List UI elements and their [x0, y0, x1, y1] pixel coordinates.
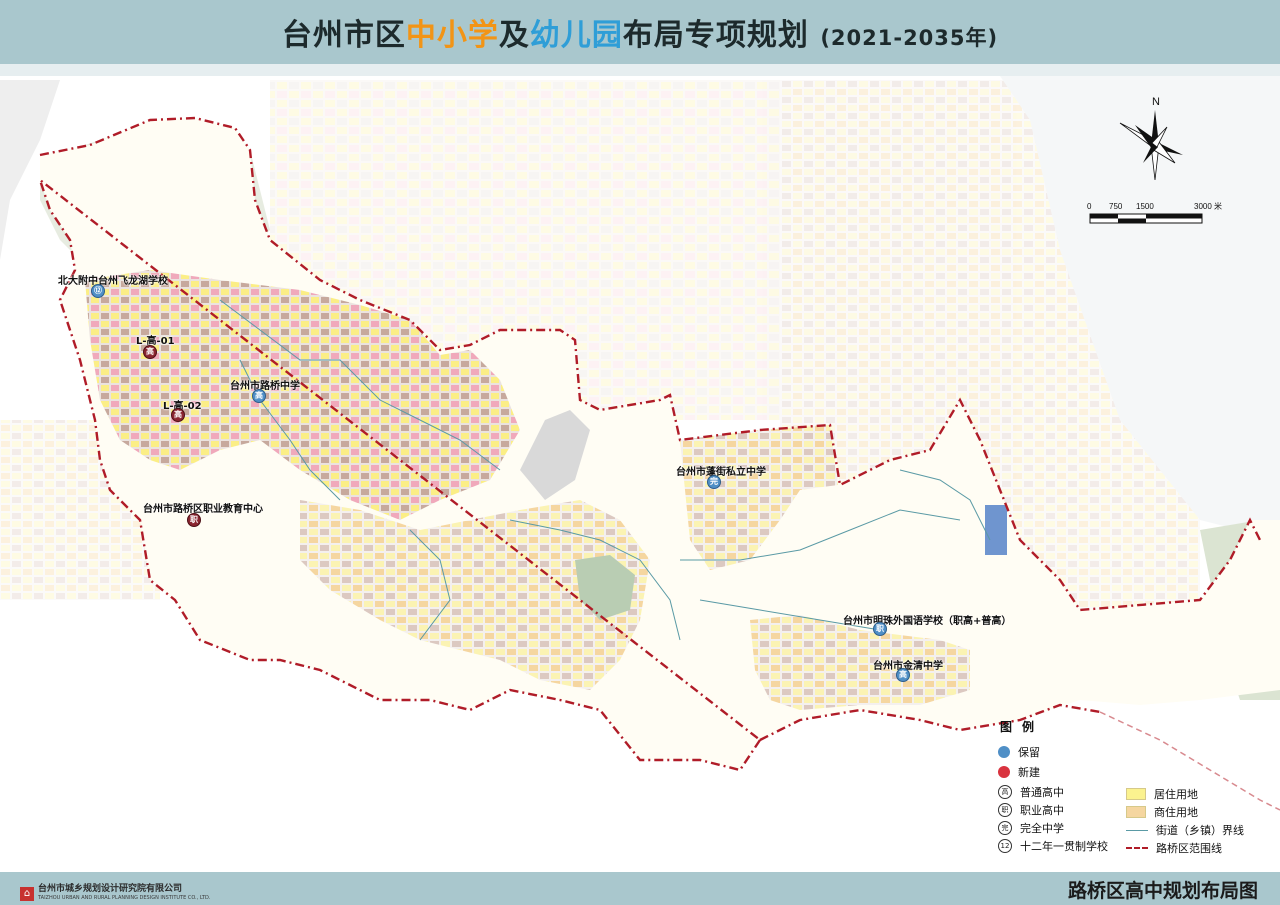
new-dot-icon: [998, 766, 1010, 778]
legend-twelve: 12 十二年一贯制学校: [998, 838, 1108, 854]
institute-name-en: TAIZHOU URBAN AND RURAL PLANNING DESIGN …: [38, 895, 211, 901]
compass-north-label: N: [1152, 96, 1160, 108]
legend-new: 新建: [998, 764, 1040, 780]
legend-complete-label: 完全中学: [1020, 822, 1064, 835]
district-line-icon: [1126, 847, 1148, 849]
school-label-luqiao-middle: 台州市路桥中学: [230, 381, 300, 392]
school-label-vocational-center: 台州市路桥区职业教育中心: [143, 504, 263, 515]
school-marker-mingzhu[interactable]: 职: [873, 622, 887, 636]
legend-street-line: 街道（乡镇）界线: [1126, 822, 1244, 838]
legend-complete: 完 完全中学: [998, 820, 1064, 836]
school-label-feilonghu: 北大附中台州飞龙湖学校: [58, 276, 168, 287]
legend-high: 高 普通高中: [998, 784, 1064, 800]
legend-new-label: 新建: [1018, 766, 1040, 779]
school-marker-l-gao-01[interactable]: 高: [143, 345, 157, 359]
scale-label-0: 0: [1087, 202, 1092, 211]
legend-vocational: 职 职业高中: [998, 802, 1064, 818]
school-label-l-gao-01: L-高-01: [136, 336, 175, 347]
legend-twelve-label: 十二年一贯制学校: [1020, 840, 1108, 853]
legend-street-line-label: 街道（乡镇）界线: [1156, 824, 1244, 837]
legend-title: 图例: [1000, 720, 1045, 734]
school-marker-feilonghu[interactable]: ⑫: [91, 284, 105, 298]
legend-residential: 居住用地: [1126, 786, 1198, 802]
keep-dot-icon: [998, 746, 1010, 758]
footer-title: 路桥区高中规划布局图: [1067, 880, 1258, 902]
legend-high-label: 普通高中: [1020, 786, 1064, 799]
legend-vocational-label: 职业高中: [1020, 804, 1064, 817]
legend-keep: 保留: [998, 744, 1040, 760]
scale-label-1500: 1500: [1136, 202, 1154, 211]
residential-swatch-icon: [1126, 788, 1146, 800]
map-legend: 图例 保留 新建 高 普通高中 职 职业高中 完 完全中学 12 十二年一贯制学…: [992, 718, 1272, 868]
legend-district-line-label: 路桥区范围线: [1156, 842, 1222, 855]
street-line-icon: [1126, 829, 1148, 831]
institute-logo-block: ⌂ 台州市城乡规划设计研究院有限公司 TAIZHOU URBAN AND RUR…: [20, 885, 210, 903]
vocational-school-icon: 职: [998, 803, 1012, 817]
scale-label-3000: 3000 米: [1194, 201, 1222, 211]
scale-label-750: 750: [1109, 202, 1123, 211]
legend-commercial-label: 商住用地: [1154, 806, 1198, 819]
industrial-blue-block: [985, 505, 1007, 555]
high-school-icon: 高: [998, 785, 1012, 799]
institute-name: 台州市城乡规划设计研究院有限公司: [38, 884, 183, 894]
school-marker-l-gao-02[interactable]: 高: [171, 408, 185, 422]
school-label-penjie: 台州市蓬街私立中学: [676, 467, 766, 478]
school-marker-penjie[interactable]: 完: [707, 475, 721, 489]
school-marker-luqiao-middle[interactable]: 高: [252, 389, 266, 403]
legend-residential-label: 居住用地: [1154, 788, 1198, 801]
legend-keep-label: 保留: [1018, 746, 1040, 759]
twelve-year-school-icon: 12: [998, 839, 1012, 853]
institute-logo-icon: ⌂: [20, 887, 34, 901]
map-title: 台州市区中小学及幼儿园布局专项规划 (2021-2035年): [281, 18, 999, 53]
top-separator: [0, 64, 1280, 76]
legend-district-line: 路桥区范围线: [1126, 840, 1222, 856]
school-label-mingzhu: 台州市明珠外国语学校（职高+普高）: [843, 616, 1012, 627]
legend-commercial: 商住用地: [1126, 804, 1198, 820]
school-marker-jinqing[interactable]: 高: [896, 668, 910, 682]
commercial-swatch-icon: [1126, 806, 1146, 818]
school-marker-vocational-center[interactable]: 职: [187, 513, 201, 527]
complete-school-icon: 完: [998, 821, 1012, 835]
